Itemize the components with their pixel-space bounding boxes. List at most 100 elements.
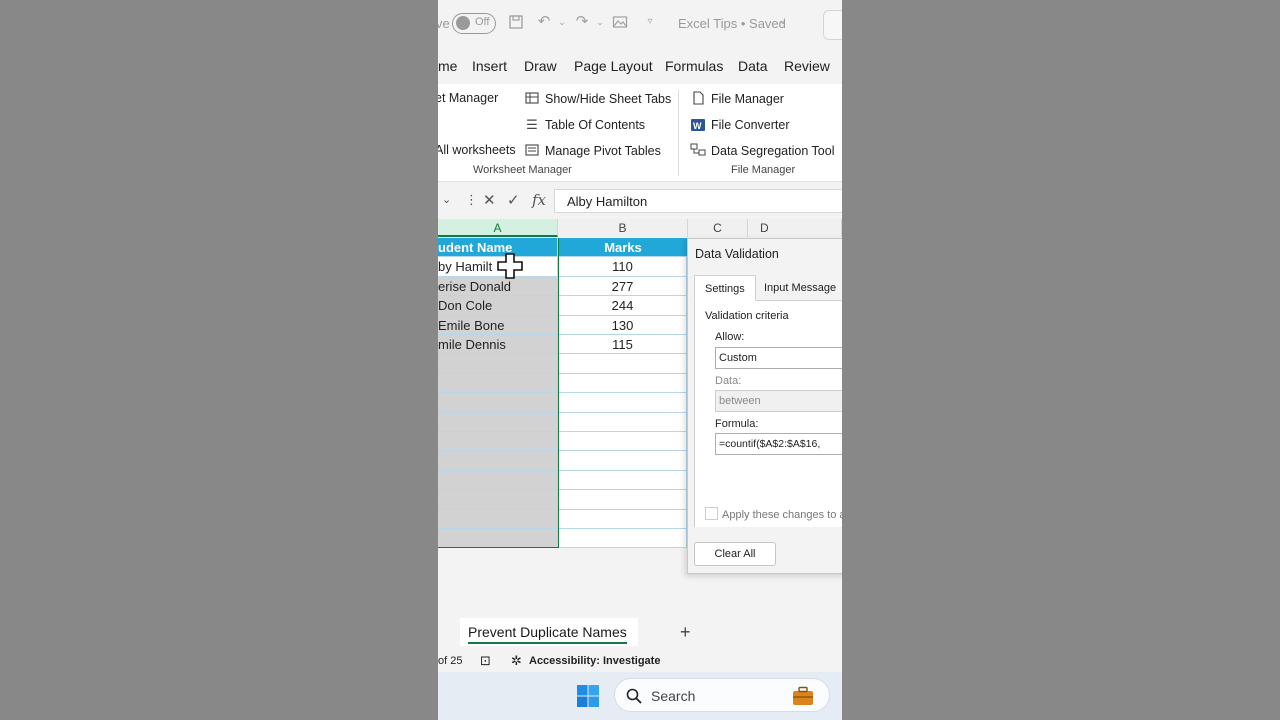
autosave-label: ve <box>438 16 450 31</box>
search-box-edge[interactable] <box>823 10 842 40</box>
more-options-icon[interactable]: ⋮ <box>465 192 478 208</box>
tab-data[interactable]: Data <box>738 58 768 74</box>
sheet-tab-prevent-duplicate-names[interactable]: Prevent Duplicate Names <box>460 618 638 646</box>
insert-function-icon[interactable]: fx <box>532 191 546 209</box>
allow-label: Allow: <box>715 331 745 343</box>
search-placeholder: Search <box>651 688 696 704</box>
svg-text:W: W <box>693 121 702 131</box>
sheet-manager-label: et Manager <box>438 91 499 105</box>
cell-empty[interactable] <box>559 529 687 548</box>
taskbar: Search <box>438 672 842 720</box>
sheet-tab-label: Prevent Duplicate Names <box>468 624 627 644</box>
column-header-c[interactable]: C <box>688 219 748 237</box>
segregation-icon <box>690 143 706 159</box>
image-icon[interactable] <box>612 14 628 30</box>
settings-panel: Validation criteria Allow: Custom Data: … <box>694 301 842 527</box>
tab-home[interactable]: me <box>438 58 457 74</box>
undo-dropdown-icon[interactable]: ⌄ <box>554 14 570 30</box>
cell-empty[interactable] <box>559 432 687 451</box>
column-header-a[interactable]: A <box>438 219 558 237</box>
manage-pivot-tables-button[interactable]: Manage Pivot Tables <box>524 143 661 159</box>
cancel-icon[interactable]: ✕ <box>483 191 496 209</box>
customize-toolbar-icon[interactable]: ▿ <box>642 14 658 30</box>
show-hide-sheet-tabs-button[interactable]: Show/Hide Sheet Tabs <box>524 91 671 107</box>
save-icon[interactable] <box>508 14 524 30</box>
add-sheet-button[interactable]: + <box>680 622 691 643</box>
tab-formulas[interactable]: Formulas <box>665 58 723 74</box>
clear-all-button[interactable]: Clear All <box>694 542 776 566</box>
apply-all-label: Apply these changes to all <box>722 509 842 521</box>
tab-review[interactable]: Review <box>784 58 830 74</box>
column-header-b[interactable]: B <box>558 219 688 237</box>
formula-input[interactable]: Alby Hamilton <box>554 189 842 213</box>
cell-b2[interactable]: 110 <box>559 257 687 276</box>
search-icon <box>626 688 642 704</box>
sheet-tab-bar: Prevent Duplicate Names + <box>438 618 842 648</box>
file-converter-button[interactable]: W File Converter <box>690 117 790 133</box>
list-icon: ☰ <box>526 117 538 132</box>
enter-icon[interactable]: ✓ <box>507 191 520 209</box>
data-label: Data: <box>715 375 742 387</box>
ribbon: et Manager All worksheets Show/Hide Shee… <box>438 84 842 182</box>
header-cell-marks[interactable]: Marks <box>559 238 687 257</box>
formula-label: Formula: <box>715 418 759 430</box>
allow-select[interactable]: Custom <box>715 347 842 369</box>
apply-all-checkbox[interactable] <box>705 507 718 520</box>
all-worksheets-button[interactable]: All worksheets <box>438 143 516 157</box>
tab-input-message[interactable]: Input Message <box>754 275 842 301</box>
document-title[interactable]: Excel Tips • Saved <box>678 16 786 31</box>
formula-field[interactable]: =countif($A$2:$A$16, <box>715 433 842 455</box>
table-of-contents-label: Table Of Contents <box>545 118 646 132</box>
file-manager-label: File Manager <box>711 92 784 106</box>
right-backdrop <box>842 0 1280 720</box>
redo-icon[interactable]: ↷ <box>574 14 590 30</box>
cell-empty[interactable] <box>559 490 687 509</box>
autosave-state: Off <box>475 16 490 28</box>
cell-empty[interactable] <box>559 509 687 528</box>
file-manager-button[interactable]: File Manager <box>690 91 784 107</box>
data-select[interactable]: between <box>715 390 842 412</box>
cell-empty[interactable] <box>559 354 687 373</box>
name-box-dropdown-icon[interactable]: ⌄ <box>442 193 451 206</box>
cell-empty[interactable] <box>559 373 687 393</box>
autosave-toggle[interactable]: Off <box>452 13 496 34</box>
tab-insert[interactable]: Insert <box>472 58 507 74</box>
data-segregation-tool-button[interactable]: Data Segregation Tool <box>690 143 834 159</box>
cell-empty[interactable] <box>559 412 687 431</box>
excel-window: ve Off ↶ ⌄ ↷ ⌄ ▿ Excel Tips • Saved ⌄ me… <box>438 0 842 720</box>
selection-range <box>438 238 559 548</box>
accessibility-icon[interactable]: ✲ <box>511 653 522 669</box>
cell-select-cursor-icon <box>497 253 523 279</box>
manage-pivot-tables-label: Manage Pivot Tables <box>545 144 661 158</box>
show-hide-sheet-tabs-label: Show/Hide Sheet Tabs <box>545 92 672 106</box>
macro-record-icon[interactable]: ⊡ <box>480 653 491 669</box>
table-of-contents-button[interactable]: ☰ Table Of Contents <box>524 117 645 133</box>
taskbar-search[interactable]: Search <box>614 678 830 712</box>
accessibility-status[interactable]: Accessibility: Investigate <box>529 655 660 667</box>
briefcase-icon[interactable] <box>791 686 815 706</box>
document-icon <box>690 91 706 107</box>
formula-bar: ⌄ ⋮ ✕ ✓ fx Alby Hamilton <box>438 186 842 216</box>
cell-empty[interactable] <box>559 393 687 412</box>
group-label-worksheet-manager: Worksheet Manager <box>473 164 572 176</box>
undo-icon[interactable]: ↶ <box>536 14 552 30</box>
page-indicator: of 25 <box>438 655 463 667</box>
cell-b4[interactable]: 244 <box>559 296 687 315</box>
tab-page-layout[interactable]: Page Layout <box>574 58 653 74</box>
validation-criteria-label: Validation criteria <box>705 310 789 322</box>
title-chevron-icon[interactable]: ⌄ <box>775 14 791 30</box>
tab-draw[interactable]: Draw <box>524 58 557 74</box>
cell-b6[interactable]: 115 <box>559 335 687 354</box>
cell-b3[interactable]: 277 <box>559 276 687 296</box>
file-converter-label: File Converter <box>711 118 790 132</box>
sheet-manager-button[interactable]: et Manager <box>438 91 498 105</box>
cell-empty[interactable] <box>559 451 687 470</box>
windows-start-icon[interactable] <box>576 684 600 708</box>
cell-empty[interactable] <box>559 470 687 490</box>
column-header-d[interactable]: D <box>748 219 842 237</box>
status-bar: of 25 ⊡ ✲ Accessibility: Investigate <box>438 650 842 672</box>
cell-b5[interactable]: 130 <box>559 315 687 334</box>
tab-settings[interactable]: Settings <box>694 275 756 301</box>
group-divider <box>678 90 679 176</box>
redo-dropdown-icon[interactable]: ⌄ <box>592 14 608 30</box>
